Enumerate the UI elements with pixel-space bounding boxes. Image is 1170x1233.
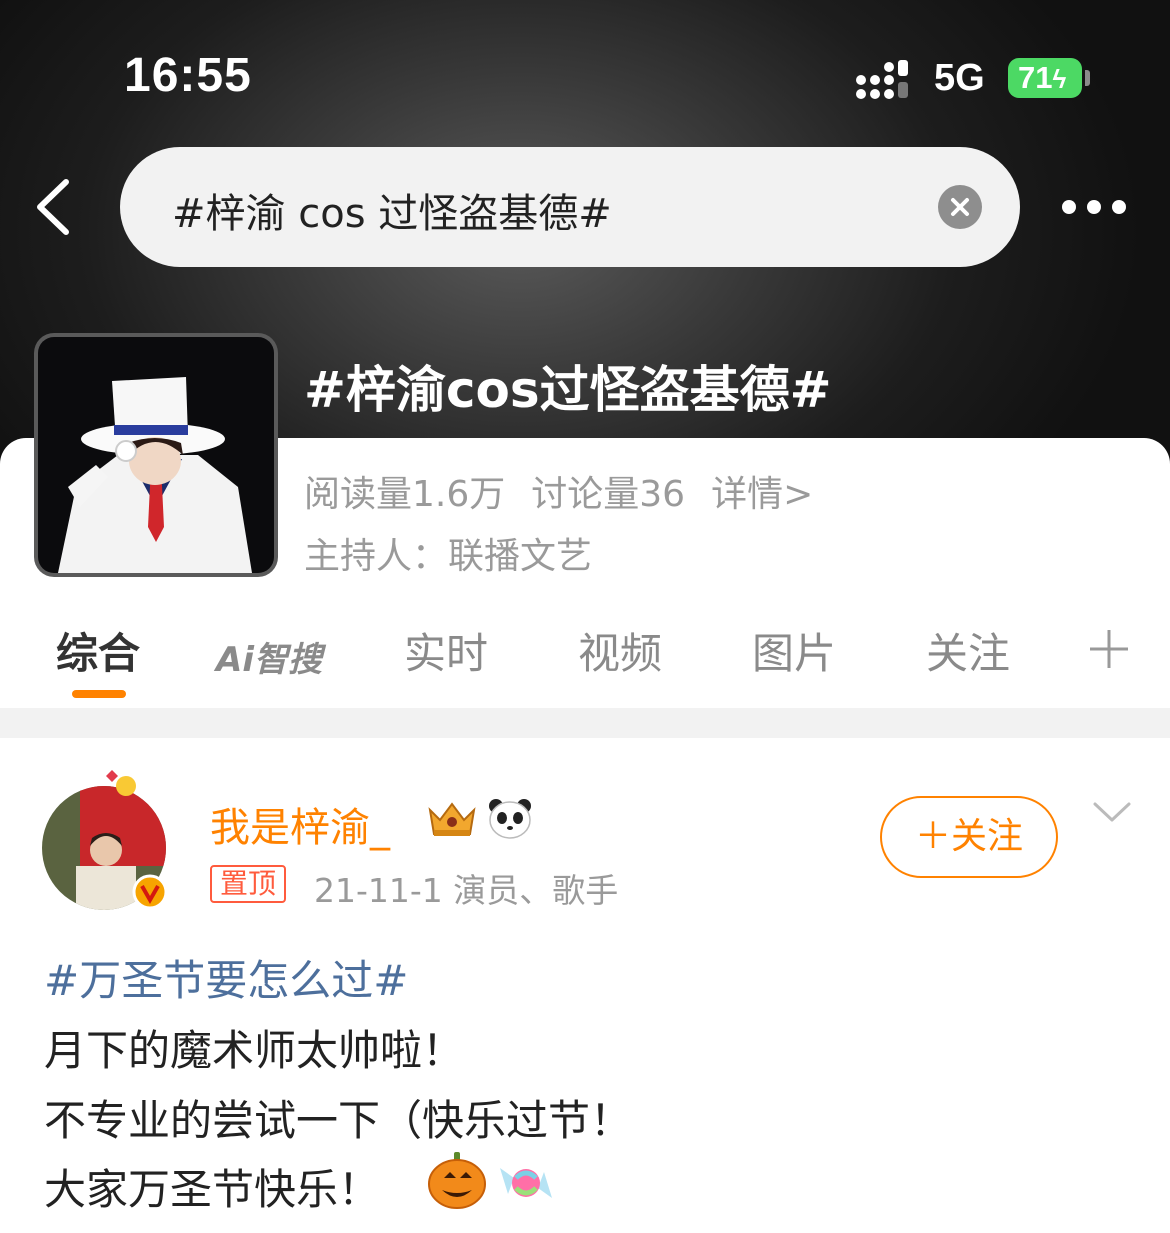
section-divider <box>0 708 1170 738</box>
status-time: 16:55 <box>124 49 252 102</box>
tab-video[interactable]: 视频 <box>578 620 662 681</box>
topic-title: #梓渝cos过怪盗基德# <box>304 361 832 419</box>
read-count: 阅读量1.6万 <box>304 474 506 515</box>
post-meta: 21-11-1 演员、歌手 <box>314 871 619 910</box>
search-input[interactable]: #梓渝 cos 过怪盗基德# <box>120 147 1020 267</box>
battery-cap <box>1085 70 1090 86</box>
charging-icon: ϟ <box>1052 64 1067 94</box>
tab-ai-search[interactable]: Ai智搜 <box>216 632 322 681</box>
clear-icon <box>951 198 969 216</box>
signal-icon <box>856 60 908 99</box>
crown-icon <box>428 802 476 836</box>
topic-host[interactable]: 主持人：联播文艺 <box>304 527 592 579</box>
panda-icon <box>489 799 531 839</box>
chevron-down-icon[interactable] <box>1092 798 1132 826</box>
discussion-count: 讨论量36 <box>531 474 686 515</box>
post-text-line: 不专业的尝试一下（快乐过节！ <box>44 1096 633 1145</box>
post-text-line: 大家万圣节快乐！ <box>44 1165 381 1214</box>
battery-indicator: 71ϟ <box>1008 58 1082 98</box>
back-arrow-icon[interactable] <box>30 176 80 238</box>
topic-stats: 阅读量1.6万 讨论量36 详情> <box>304 465 839 517</box>
search-query: #梓渝 cos 过怪盗基德# <box>172 191 612 237</box>
details-link[interactable]: 详情> <box>711 474 813 515</box>
network-type: 5G <box>934 57 985 99</box>
follow-button[interactable]: ＋关注 <box>880 796 1058 878</box>
tab-bar: 综合 Ai智搜 实时 视频 图片 关注 <box>0 612 1170 708</box>
battery-level: 71 <box>1018 60 1053 95</box>
tab-comprehensive[interactable]: 综合 <box>56 620 140 681</box>
active-tab-indicator <box>72 690 126 698</box>
more-icon[interactable] <box>1060 196 1128 218</box>
clear-search-button[interactable] <box>938 185 982 229</box>
post-text-line: 月下的魔术师太帅啦！ <box>44 1026 465 1075</box>
avatar[interactable] <box>40 766 180 916</box>
plus-icon[interactable] <box>1088 628 1130 670</box>
tab-pictures[interactable]: 图片 <box>752 620 836 681</box>
candy-icon <box>500 1168 552 1198</box>
tab-realtime[interactable]: 实时 <box>404 620 488 681</box>
topic-cover-image[interactable] <box>34 333 278 577</box>
post-hashtag[interactable]: #万圣节要怎么过# <box>44 947 408 1008</box>
tab-following[interactable]: 关注 <box>926 620 1010 681</box>
post-username[interactable]: 我是梓渝_ <box>210 795 390 853</box>
pinned-badge: 置顶 <box>210 865 287 903</box>
pumpkin-icon <box>428 1152 486 1209</box>
